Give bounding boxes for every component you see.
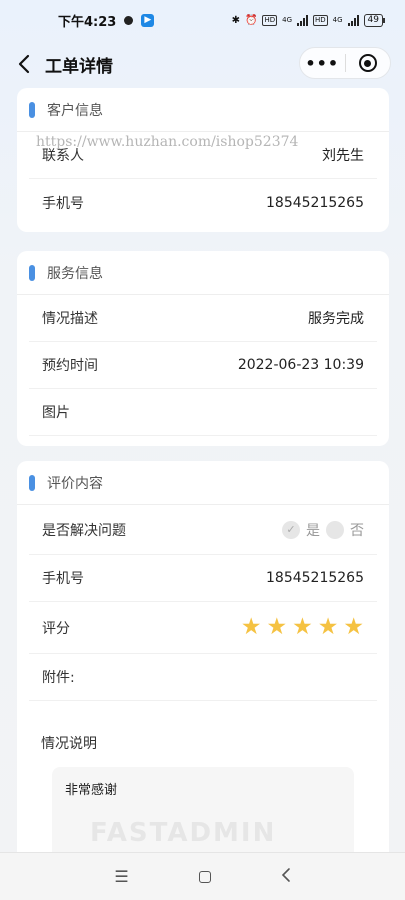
row-label: 情况描述	[42, 311, 98, 327]
watermark-url: https://www.huzhan.com/ishop52374	[36, 134, 299, 150]
row-label: 是否解决问题	[42, 522, 126, 539]
section-accent-bar	[29, 101, 35, 118]
status-right: ✱ ⏰ HD 4G HD 4G 49	[231, 13, 386, 27]
status-bar: 下午4:23 ▶ ✱ ⏰ HD 4G HD 4G 49	[0, 0, 405, 40]
star-icon: ★	[240, 614, 262, 640]
row-label: 图片	[42, 405, 70, 421]
back-nav-icon[interactable]	[281, 867, 291, 887]
row-value: 2022-06-23 10:39	[237, 357, 364, 373]
system-nav-bar: ☰	[0, 852, 405, 900]
row-label: 手机号	[42, 195, 84, 212]
nav-bar: 工单详情 •••	[0, 42, 405, 86]
section-title: 客户信息	[47, 102, 103, 119]
battery-icon: 49	[363, 13, 386, 27]
more-options-button[interactable]: •••	[300, 54, 345, 73]
chevron-left-icon	[18, 54, 30, 74]
yes-label: 是	[306, 522, 320, 539]
customer-info-card: 客户信息 联系人 刘先生 手机号 18545215265	[17, 88, 389, 232]
yes-radio[interactable]: ✓	[282, 520, 300, 539]
service-info-card: 服务信息 情况描述 服务完成 预约时间 2022-06-23 10:39 图片	[17, 251, 389, 446]
row-value: 18545215265	[266, 194, 364, 211]
section-accent-bar	[29, 264, 35, 281]
card-header: 评价内容	[17, 461, 389, 505]
bluetooth-icon: ✱	[231, 14, 240, 26]
alarm-icon: ⏰	[245, 14, 258, 26]
status-time: 下午4:23	[58, 14, 117, 30]
notification-dot-icon	[124, 15, 134, 25]
home-icon[interactable]	[198, 870, 211, 883]
star-icon: ★	[317, 614, 339, 640]
description-row: 情况描述 服务完成	[29, 295, 377, 342]
resolved-row: 是否解决问题 ✓ 是 否	[29, 505, 377, 555]
star-icon: ★	[292, 614, 313, 640]
hd-badge-2: HD	[313, 14, 328, 26]
row-label: 附件:	[42, 670, 75, 686]
no-radio[interactable]	[326, 520, 344, 539]
row-value: 18545215265	[266, 570, 364, 586]
target-icon	[358, 54, 377, 72]
menu-icon[interactable]: ☰	[114, 867, 128, 886]
page-title: 工单详情	[45, 57, 113, 77]
card-header: 服务信息	[17, 251, 389, 295]
miniprogram-capsule: •••	[299, 47, 391, 79]
note-label: 情况说明	[41, 736, 97, 752]
star-icon: ★	[266, 614, 288, 640]
rating-row: 评分 ★ ★ ★ ★ ★	[29, 602, 377, 654]
resolved-radio-group: ✓ 是 否	[282, 520, 364, 540]
star-icon: ★	[343, 614, 364, 640]
row-value: 刘先生	[322, 148, 364, 164]
signal-icon-1	[297, 14, 308, 26]
section-accent-bar	[29, 474, 35, 491]
watermark-logo: FASTADMIN	[90, 818, 277, 848]
card-header: 客户信息	[17, 88, 389, 132]
back-button[interactable]	[12, 50, 36, 78]
no-label: 否	[350, 522, 364, 539]
attachment-row: 附件:	[29, 654, 377, 701]
phone-row: 手机号 18545215265	[29, 179, 377, 226]
app-notification-icon: ▶	[141, 13, 155, 27]
close-miniprogram-button[interactable]	[345, 54, 390, 72]
row-label: 评分	[42, 620, 70, 637]
network-label-1: 4G	[282, 16, 292, 24]
appointment-time-row: 预约时间 2022-06-23 10:39	[29, 342, 377, 389]
section-title: 评价内容	[47, 475, 103, 492]
row-value: 服务完成	[308, 311, 364, 327]
status-left: 下午4:23 ▶	[58, 11, 155, 30]
row-label: 预约时间	[42, 358, 98, 374]
section-title: 服务信息	[47, 265, 103, 282]
signal-icon-2	[347, 14, 359, 26]
rating-stars: ★ ★ ★ ★ ★	[241, 616, 364, 639]
row-label: 手机号	[42, 571, 84, 587]
hd-badge-1: HD	[262, 14, 278, 26]
images-row: 图片	[29, 389, 377, 436]
review-phone-row: 手机号 18545215265	[29, 555, 377, 602]
network-label-2: 4G	[332, 16, 343, 24]
